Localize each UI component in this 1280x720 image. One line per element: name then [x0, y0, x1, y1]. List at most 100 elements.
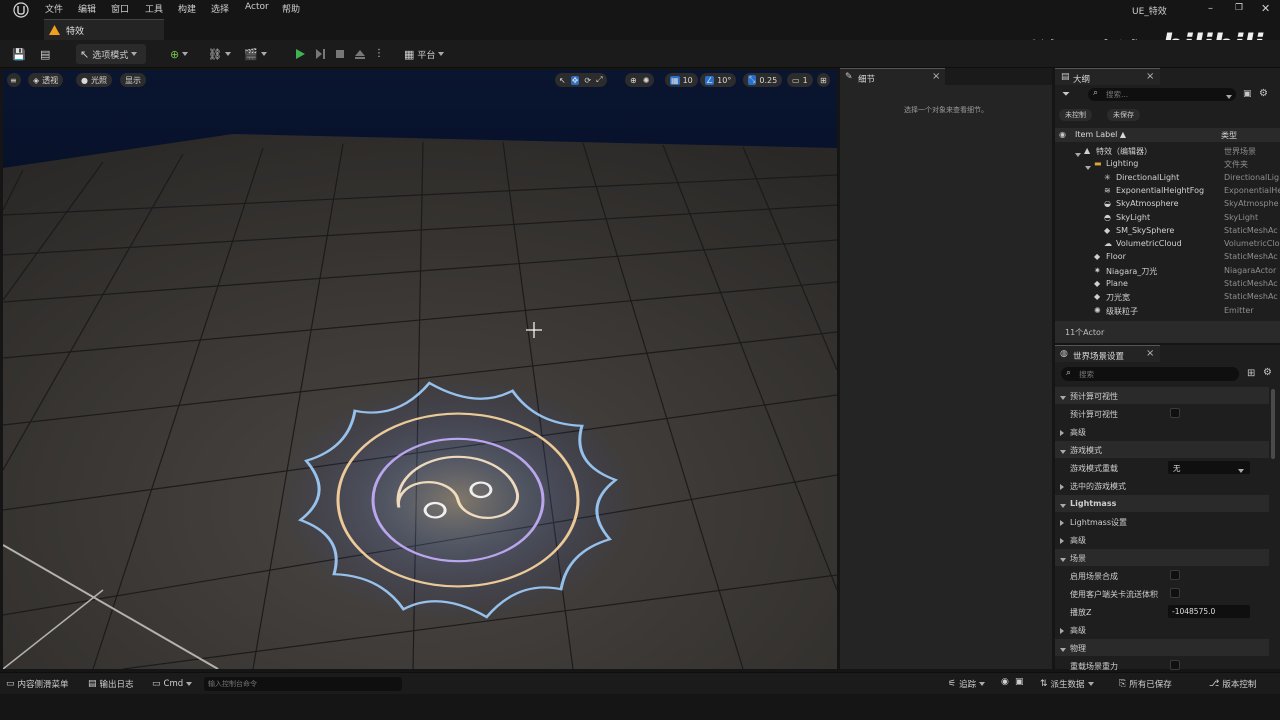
menu-file[interactable]: 文件	[45, 2, 63, 15]
details-tab[interactable]: ✎ 细节 ×	[840, 68, 945, 85]
settings-row-subgroup[interactable]: 高级	[1055, 423, 1269, 440]
outliner-row[interactable]: ◆ SM_SkySphere StaticMeshAc	[1055, 225, 1280, 238]
game-mode-dropdown[interactable]: 无	[1168, 461, 1250, 474]
collapse-arrow-icon[interactable]	[1060, 501, 1066, 510]
console-command-box[interactable]	[204, 677, 402, 691]
expand-arrow-icon[interactable]	[1060, 519, 1064, 528]
kill-z-input[interactable]: -1048575.0	[1168, 605, 1250, 618]
show-button[interactable]: 显示	[120, 73, 146, 87]
viewport-layout-button[interactable]: ⊞	[817, 73, 830, 87]
close-outliner-icon[interactable]: ×	[1146, 71, 1154, 82]
close-world-settings-icon[interactable]: ×	[1146, 348, 1154, 359]
grid-view-icon[interactable]: ⊞	[1247, 368, 1255, 379]
outliner-row[interactable]: ◆ Plane StaticMeshAc	[1055, 278, 1280, 291]
col-item-label[interactable]: Item Label ▲	[1075, 130, 1126, 139]
menu-edit[interactable]: 编辑	[78, 2, 96, 15]
outliner-row[interactable]: ◒ SkyAtmosphere SkyAtmosphe	[1055, 198, 1280, 211]
menu-select[interactable]: 选择	[211, 2, 229, 15]
world-settings-search[interactable]: ⌕	[1061, 367, 1239, 381]
world-settings-scrollbar[interactable]	[1271, 389, 1275, 459]
collapse-arrow-icon[interactable]	[1060, 447, 1066, 456]
menu-window[interactable]: 窗口	[111, 2, 129, 15]
setting-checkbox[interactable]	[1170, 588, 1180, 598]
menu-tools[interactable]: 工具	[145, 2, 163, 15]
settings-row-subgroup[interactable]: 选中的游戏模式	[1055, 477, 1269, 494]
outliner-row[interactable]: ◓ SkyLight SkyLight	[1055, 212, 1280, 225]
close-window-icon[interactable]: ✕	[1261, 2, 1270, 15]
scale-tool-icon[interactable]: ⤢	[596, 75, 602, 85]
camera-speed-button[interactable]: ▭ 1	[787, 73, 813, 87]
settings-row-subgroup[interactable]: 高级	[1055, 621, 1269, 638]
setting-checkbox[interactable]	[1170, 570, 1180, 580]
menu-build[interactable]: 构建	[178, 2, 196, 15]
settings-row-subgroup[interactable]: Lightmass设置	[1055, 513, 1269, 530]
record-icon[interactable]: ◉	[1001, 678, 1009, 687]
add-actor-button[interactable]: ⊕	[166, 44, 192, 64]
trace-button[interactable]: ⚟ 追踪	[948, 677, 986, 691]
content-drawer-button[interactable]: ▭ 内容侧滑菜单	[6, 677, 69, 691]
collapse-arrow-icon[interactable]	[1060, 393, 1066, 402]
eject-button[interactable]	[350, 44, 370, 64]
outliner-row[interactable]: ✷ Niagara_刀光 NiagaraActor	[1055, 265, 1280, 278]
visibility-eye-icon[interactable]: ◉	[1059, 130, 1066, 139]
expand-arrow-icon[interactable]	[1060, 537, 1064, 546]
blueprint-button[interactable]: ⛓	[204, 44, 235, 64]
level-tab[interactable]: 特效	[44, 19, 164, 40]
derived-data-button[interactable]: ⇅ 派生数据	[1040, 677, 1094, 691]
platforms-button[interactable]: ▦ 平台	[400, 44, 448, 64]
expand-arrow-icon[interactable]	[1060, 627, 1064, 636]
minimize-icon[interactable]: –	[1208, 3, 1213, 14]
expand-arrow-icon[interactable]	[1060, 429, 1064, 438]
move-tool-icon[interactable]: ✥	[570, 75, 580, 85]
collapse-arrow-icon[interactable]	[1060, 645, 1066, 654]
world-settings-search-input[interactable]	[1079, 368, 1229, 380]
setting-checkbox[interactable]	[1170, 408, 1180, 418]
collapse-arrow-icon[interactable]	[1060, 555, 1066, 564]
grid-snap-button[interactable]: ▦ 10	[665, 73, 698, 87]
content-browser-button[interactable]: ▤	[36, 44, 54, 64]
save-button[interactable]: 💾	[8, 44, 30, 64]
outliner-row[interactable]: ▲ 特效（编辑器） 世界场景	[1055, 145, 1280, 158]
menu-actor[interactable]: Actor	[245, 2, 269, 12]
step-button[interactable]	[310, 44, 330, 64]
play-button[interactable]	[290, 44, 310, 64]
mode-selector[interactable]: ↖ 选项模式	[76, 44, 146, 64]
maximize-icon[interactable]: ❐	[1235, 3, 1243, 13]
rotation-snap-button[interactable]: ∠ 10°	[700, 73, 737, 87]
console-command-input[interactable]	[208, 678, 398, 690]
cmd-selector[interactable]: ▭ Cmd	[152, 677, 193, 691]
stop-button[interactable]	[330, 44, 350, 64]
select-tool-icon[interactable]: ↖	[559, 76, 566, 85]
screenshot-icon[interactable]: ▣	[1015, 678, 1024, 687]
perspective-button[interactable]: ◈ 透视	[28, 73, 64, 87]
outliner-row[interactable]: ☁ VolumetricCloud VolumetricClo	[1055, 238, 1280, 251]
viewport-menu-button[interactable]: ≡	[7, 73, 21, 87]
level-viewport[interactable]: ≡ ◈ 透视 ● 光照 显示 ↖ ✥ ⟳ ⤢ ⊕ ✺ ▦ 10 ∠ 10° ⤡ …	[3, 70, 837, 669]
close-details-icon[interactable]: ×	[932, 71, 940, 82]
settings-gear-icon[interactable]: ⚙	[1263, 367, 1272, 378]
outliner-row[interactable]: ▬ Lighting 文件夹	[1055, 158, 1280, 171]
settings-row-category[interactable]: 游戏模式	[1055, 441, 1269, 458]
unreal-logo-icon[interactable]	[13, 2, 29, 18]
add-folder-icon[interactable]: ▣	[1243, 89, 1252, 99]
outliner-row[interactable]: ✳ DirectionalLight DirectionalLig	[1055, 172, 1280, 185]
rotate-tool-icon[interactable]: ⟳	[584, 76, 591, 85]
outliner-search-input[interactable]	[1106, 89, 1216, 100]
settings-row-category[interactable]: 物理	[1055, 639, 1269, 656]
settings-gear-icon[interactable]: ⚙	[1259, 88, 1268, 99]
outliner-row[interactable]: ✺ 级联粒子 Emitter	[1055, 305, 1280, 318]
setting-checkbox[interactable]	[1170, 660, 1180, 670]
settings-row-category[interactable]: 预计算可视性	[1055, 387, 1269, 404]
settings-row-category[interactable]: 场景	[1055, 549, 1269, 566]
revision-control-button[interactable]: ⎇ 版本控制	[1209, 677, 1256, 691]
lighting-mode-button[interactable]: ● 光照	[76, 73, 112, 87]
settings-row-category[interactable]: Lightmass	[1055, 495, 1269, 512]
output-log-button[interactable]: ▤ 输出日志	[88, 677, 134, 691]
outliner-search[interactable]: ⌕	[1088, 88, 1236, 101]
col-type[interactable]: 类型	[1221, 130, 1237, 141]
play-options-button[interactable]: ⋮	[370, 44, 388, 64]
outliner-row[interactable]: ≋ ExponentialHeightFog ExponentialHe	[1055, 185, 1280, 198]
cinematics-button[interactable]: 🎬	[240, 44, 271, 64]
filter-uncontrolled-chip[interactable]: 未控制	[1059, 109, 1092, 121]
scale-snap-button[interactable]: ⤡ 0.25	[743, 73, 783, 87]
